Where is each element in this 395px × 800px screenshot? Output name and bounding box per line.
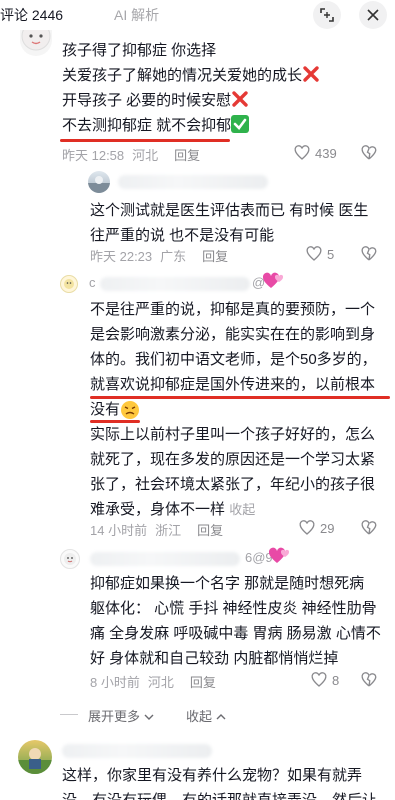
highlight-underline xyxy=(60,139,230,142)
timestamp: 昨天 22:23 xyxy=(90,249,153,264)
reply-line: 不是往严重的说，抑郁是真的要预防，一个 xyxy=(90,301,376,318)
comment-line: 孩子得了抑郁症 你选择 xyxy=(62,42,217,59)
like-button[interactable]: 29 xyxy=(298,519,334,537)
username-blurred xyxy=(90,552,240,566)
reply-line: 没有 xyxy=(90,397,390,422)
tab-ai-analysis[interactable]: AI 解析 xyxy=(114,5,159,25)
reply-button[interactable]: 回复 xyxy=(174,148,200,163)
heart-emoji-icon xyxy=(262,272,284,288)
heart-icon xyxy=(294,145,310,160)
like-count: 29 xyxy=(320,520,335,536)
username[interactable]: c xyxy=(89,275,96,290)
heart-icon xyxy=(311,672,327,687)
comment-line: 不去测抑郁症 就不会抑郁 xyxy=(62,113,382,138)
broken-heart-icon[interactable] xyxy=(360,671,378,689)
chevron-up-icon xyxy=(216,714,226,720)
comment-meta: 昨天 12:58 河北 回复 xyxy=(62,145,200,164)
cross-mark-icon xyxy=(303,66,319,82)
reply-line: 往严重的说 也不是没有可能 xyxy=(90,227,275,244)
collapse-link[interactable]: 收起 xyxy=(229,502,255,517)
reply-line: 躯体化： 心慌 手抖 神经性皮炎 神经性肋骨 xyxy=(90,600,377,617)
comment-line: 这样，你家里有没有养什么宠物？如果有就弄 xyxy=(62,767,363,784)
broken-heart-icon[interactable] xyxy=(360,245,378,263)
reply-line: 抑郁症如果换一个名字 那就是随时想死病 xyxy=(90,575,365,592)
avatar[interactable] xyxy=(18,740,52,774)
avatar[interactable] xyxy=(88,171,110,193)
reply-meta: 昨天 22:23 广东 回复 xyxy=(90,246,228,265)
reply-line: 好 身体就和自己较劲 内脏都悄悄烂掉 xyxy=(90,650,339,667)
reply-text: 抑郁症如果换一个名字 那就是随时想死病 躯体化： 心慌 手抖 神经性皮炎 神经性… xyxy=(90,571,390,671)
like-count: 5 xyxy=(327,246,335,262)
tab-comments[interactable]: 评论 2446 xyxy=(0,5,63,25)
reply-meta: 14 小时前 浙江 回复 xyxy=(90,520,223,539)
expand-more-button[interactable]: 展开更多 xyxy=(88,706,154,725)
like-button[interactable]: 8 xyxy=(310,671,339,689)
reply-meta: 8 小时前 河北 回复 xyxy=(90,672,216,691)
highlight-underline xyxy=(90,396,390,399)
reply-line: 张了，社会环境太紧张了，年纪小的孩子很 xyxy=(90,476,376,493)
location: 河北 xyxy=(132,148,159,163)
heart-icon xyxy=(306,246,322,261)
username-blurred xyxy=(62,744,212,758)
check-mark-icon xyxy=(231,115,250,133)
location: 河北 xyxy=(147,675,174,690)
location: 浙江 xyxy=(155,523,182,538)
timestamp: 8 小时前 xyxy=(90,675,140,690)
broken-heart-icon[interactable] xyxy=(360,144,378,162)
expand-icon[interactable] xyxy=(313,1,341,29)
like-count: 8 xyxy=(332,672,340,688)
reply-line: 痛 全身发麻 呼吸碱中毒 胃病 肠易激 心情不 xyxy=(90,625,381,642)
reply-button[interactable]: 回复 xyxy=(202,249,228,264)
avatar[interactable] xyxy=(60,275,78,293)
like-button[interactable]: 439 xyxy=(293,144,337,162)
reply-line: 是会影响激素分泌，能实实在在的影响到身 xyxy=(90,326,376,343)
angry-face-icon xyxy=(121,401,140,420)
comments-header: 评论 2446 AI 解析 xyxy=(0,0,395,30)
comment-text: 孩子得了抑郁症 你选择 关爱孩子了解她的情况关爱她的成长 开导孩子 必要的时候安… xyxy=(62,38,382,138)
cross-mark-icon xyxy=(232,91,248,107)
reply-text: 这个测试就是医生评估表而已 有时候 医生 往严重的说 也不是没有可能 xyxy=(90,198,388,248)
close-icon[interactable] xyxy=(359,1,387,29)
reply-text: 不是往严重的说，抑郁是真的要预防，一个 是会影响激素分泌，能实实在在的影响到身 … xyxy=(90,297,390,522)
like-button[interactable]: 5 xyxy=(305,245,334,263)
reply-line: 难承受，身体不一样 收起 xyxy=(90,501,256,518)
avatar[interactable] xyxy=(20,30,52,56)
comment-line: 开导孩子 必要的时候安慰 xyxy=(62,88,382,113)
comment-line: 没，有没有玩偶，有的话那就直接弄没，然后让 xyxy=(62,788,392,800)
broken-heart-icon[interactable] xyxy=(360,519,378,537)
username-blurred xyxy=(100,277,250,291)
collapse-button[interactable]: 收起 xyxy=(186,706,226,725)
chevron-down-icon xyxy=(144,714,154,720)
timestamp: 昨天 12:58 xyxy=(62,148,125,163)
like-count: 439 xyxy=(315,145,337,161)
heart-icon xyxy=(299,520,315,535)
reply-line: 体的。我们初中语文老师，是个50多岁的， xyxy=(90,351,377,368)
reply-line: 就死了，现在多发的原因还是一个学习太紧 xyxy=(90,451,376,468)
heart-emoji-icon xyxy=(268,547,290,563)
highlight-underline xyxy=(90,420,140,423)
reply-button[interactable]: 回复 xyxy=(190,675,216,690)
avatar[interactable] xyxy=(60,549,80,569)
comment-line: 关爱孩子了解她的情况关爱她的成长 xyxy=(62,63,382,88)
username-blurred xyxy=(118,175,268,189)
reply-button[interactable]: 回复 xyxy=(197,523,223,538)
thread-divider xyxy=(60,714,78,715)
location: 广东 xyxy=(160,249,187,264)
reply-line: 实际上以前村子里叫一个孩子好好的，怎么 xyxy=(90,426,376,443)
comment-text: 这样，你家里有没有养什么宠物？如果有就弄 没，有没有玩偶，有的话那就直接弄没，然… xyxy=(62,763,392,800)
reply-line: 这个测试就是医生评估表而已 有时候 医生 xyxy=(90,202,369,219)
timestamp: 14 小时前 xyxy=(90,523,148,538)
reply-line: 就喜欢说抑郁症是国外传进来的，以前根本 xyxy=(90,376,376,393)
